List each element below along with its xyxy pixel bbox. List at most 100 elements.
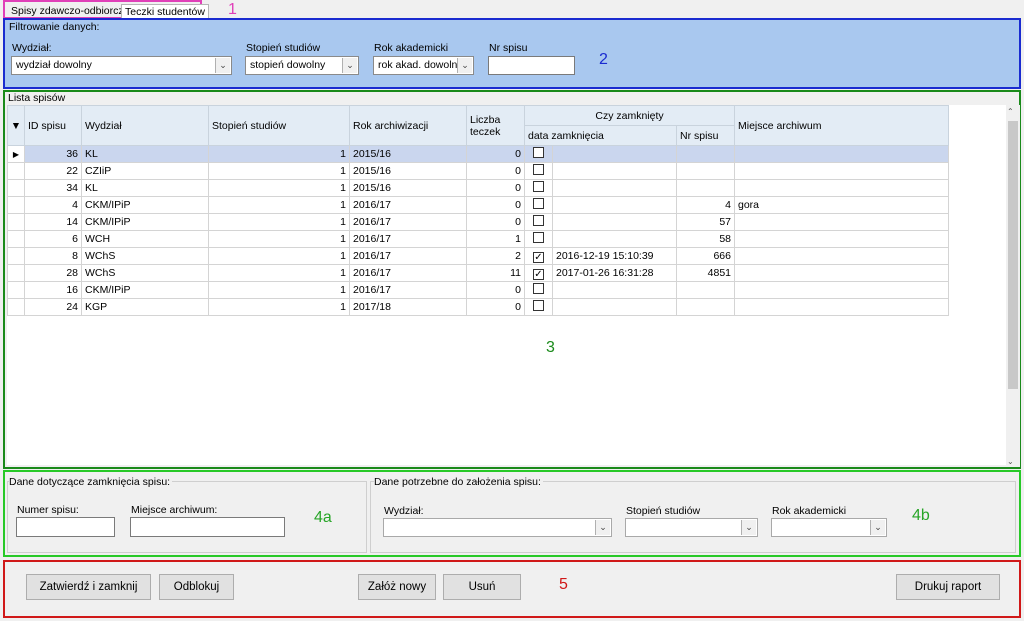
cell-miejsce[interactable] — [734, 230, 949, 248]
cell-stopien[interactable]: 1 — [208, 213, 350, 231]
cell-data-zamkniecia[interactable] — [552, 281, 677, 299]
cell-stopien[interactable]: 1 — [208, 196, 350, 214]
cell-rok[interactable]: 2016/17 — [349, 213, 467, 231]
cell-stopien[interactable]: 1 — [208, 145, 350, 163]
cell-nr-spisu[interactable] — [676, 162, 735, 180]
table-row[interactable]: 14 CKM/IPiP 1 2016/17 0 57 — [7, 213, 949, 231]
table-row[interactable]: 24 KGP 1 2017/18 0 — [7, 298, 949, 316]
row-header[interactable] — [7, 298, 25, 316]
col-header-wydzial[interactable]: Wydział — [81, 105, 209, 146]
creation-wydzial-select[interactable]: ⌄ — [383, 518, 612, 537]
row-header[interactable] — [7, 196, 25, 214]
cell-data-zamkniecia[interactable]: 2016-12-19 15:10:39 — [552, 247, 677, 265]
cell-miejsce[interactable]: gora — [734, 196, 949, 214]
closing-miejsce-input[interactable] — [130, 517, 285, 537]
cell-data-zamkniecia[interactable] — [552, 179, 677, 197]
cell-nr-spisu[interactable]: 4 — [676, 196, 735, 214]
cell-rok[interactable]: 2016/17 — [349, 247, 467, 265]
cell-stopien[interactable]: 1 — [208, 281, 350, 299]
tab-teczki[interactable]: Teczki studentów — [121, 4, 209, 19]
cell-id[interactable]: 28 — [24, 264, 82, 282]
cell-liczba[interactable]: 11 — [466, 264, 525, 282]
cell-rok[interactable]: 2017/18 — [349, 298, 467, 316]
cell-miejsce[interactable] — [734, 213, 949, 231]
cell-wydzial[interactable]: KL — [81, 179, 209, 197]
checkbox-unchecked[interactable] — [533, 147, 544, 158]
chevron-down-icon[interactable]: ⌄ — [741, 520, 756, 535]
checkbox-checked[interactable]: ✓ — [533, 251, 544, 263]
table-row[interactable]: 16 CKM/IPiP 1 2016/17 0 — [7, 281, 949, 299]
print-report-button[interactable]: Drukuj raport — [896, 574, 1000, 600]
table-row[interactable]: 34 KL 1 2015/16 0 — [7, 179, 949, 197]
create-new-button[interactable]: Załóż nowy — [358, 574, 436, 600]
checkbox-unchecked[interactable] — [533, 283, 544, 294]
delete-button[interactable]: Usuń — [443, 574, 521, 600]
creation-stopien-select[interactable]: ⌄ — [625, 518, 758, 537]
cell-wydzial[interactable]: WChS — [81, 264, 209, 282]
cell-stopien[interactable]: 1 — [208, 162, 350, 180]
row-header[interactable]: ▶ — [7, 145, 25, 163]
chevron-down-icon[interactable]: ⌄ — [457, 58, 472, 73]
scroll-down-icon[interactable]: ⌄ — [1007, 457, 1014, 466]
cell-wydzial[interactable]: CKM/IPiP — [81, 213, 209, 231]
unlock-button[interactable]: Odblokuj — [159, 574, 234, 600]
row-header[interactable] — [7, 213, 25, 231]
cell-id[interactable]: 14 — [24, 213, 82, 231]
cell-data-zamkniecia[interactable] — [552, 298, 677, 316]
cell-miejsce[interactable] — [734, 145, 949, 163]
chevron-down-icon[interactable]: ⌄ — [595, 520, 610, 535]
cell-liczba[interactable]: 0 — [466, 145, 525, 163]
col-header-data[interactable]: data zamknięcia — [524, 125, 677, 146]
cell-liczba[interactable]: 0 — [466, 162, 525, 180]
cell-id[interactable]: 22 — [24, 162, 82, 180]
filter-nr-spisu-input[interactable] — [488, 56, 575, 75]
cell-rok[interactable]: 2016/17 — [349, 264, 467, 282]
cell-data-zamkniecia[interactable] — [552, 145, 677, 163]
cell-wydzial[interactable]: KL — [81, 145, 209, 163]
cell-data-zamkniecia[interactable] — [552, 230, 677, 248]
row-header[interactable] — [7, 281, 25, 299]
checkbox-unchecked[interactable] — [533, 198, 544, 209]
checkbox-unchecked[interactable] — [533, 215, 544, 226]
cell-rok[interactable]: 2015/16 — [349, 162, 467, 180]
col-header-rok[interactable]: Rok archiwizacji — [349, 105, 467, 146]
cell-stopien[interactable]: 1 — [208, 230, 350, 248]
confirm-close-button[interactable]: Zatwierdź i zamknij — [26, 574, 151, 600]
cell-rok[interactable]: 2015/16 — [349, 145, 467, 163]
cell-data-zamkniecia[interactable] — [552, 162, 677, 180]
chevron-down-icon[interactable]: ⌄ — [342, 58, 357, 73]
checkbox-unchecked[interactable] — [533, 232, 544, 243]
cell-miejsce[interactable] — [734, 247, 949, 265]
cell-stopien[interactable]: 1 — [208, 298, 350, 316]
cell-wydzial[interactable]: KGP — [81, 298, 209, 316]
row-header[interactable] — [7, 162, 25, 180]
checkbox-unchecked[interactable] — [533, 164, 544, 175]
cell-liczba[interactable]: 2 — [466, 247, 525, 265]
row-header[interactable] — [7, 179, 25, 197]
cell-wydzial[interactable]: WCH — [81, 230, 209, 248]
filter-wydzial-select[interactable]: wydział dowolny ⌄ — [11, 56, 232, 75]
cell-nr-spisu[interactable] — [676, 281, 735, 299]
col-header-nr[interactable]: Nr spisu — [676, 125, 735, 146]
col-header-liczba[interactable]: Liczba teczek — [466, 105, 525, 146]
row-header[interactable] — [7, 264, 25, 282]
sort-desc-icon[interactable]: ▼ — [7, 105, 25, 146]
table-row[interactable]: 28 WChS 1 2016/17 11 ✓ 2017-01-26 16:31:28 4851 — [7, 264, 949, 282]
cell-stopien[interactable]: 1 — [208, 264, 350, 282]
scroll-up-icon[interactable]: ⌃ — [1007, 107, 1014, 116]
table-row[interactable]: 6 WCH 1 2016/17 1 58 — [7, 230, 949, 248]
cell-id[interactable]: 6 — [24, 230, 82, 248]
cell-liczba[interactable]: 0 — [466, 298, 525, 316]
cell-id[interactable]: 16 — [24, 281, 82, 299]
col-header-miejsce[interactable]: Miejsce archiwum — [734, 105, 949, 146]
cell-id[interactable]: 8 — [24, 247, 82, 265]
cell-miejsce[interactable] — [734, 264, 949, 282]
cell-stopien[interactable]: 1 — [208, 247, 350, 265]
cell-rok[interactable]: 2016/17 — [349, 281, 467, 299]
cell-liczba[interactable]: 0 — [466, 196, 525, 214]
table-row[interactable]: ▶ 36 KL 1 2015/16 0 — [7, 145, 949, 163]
chevron-down-icon[interactable]: ⌄ — [870, 520, 885, 535]
cell-wydzial[interactable]: CKM/IPiP — [81, 281, 209, 299]
col-header-stopien[interactable]: Stopień studiów — [208, 105, 350, 146]
cell-rok[interactable]: 2016/17 — [349, 196, 467, 214]
